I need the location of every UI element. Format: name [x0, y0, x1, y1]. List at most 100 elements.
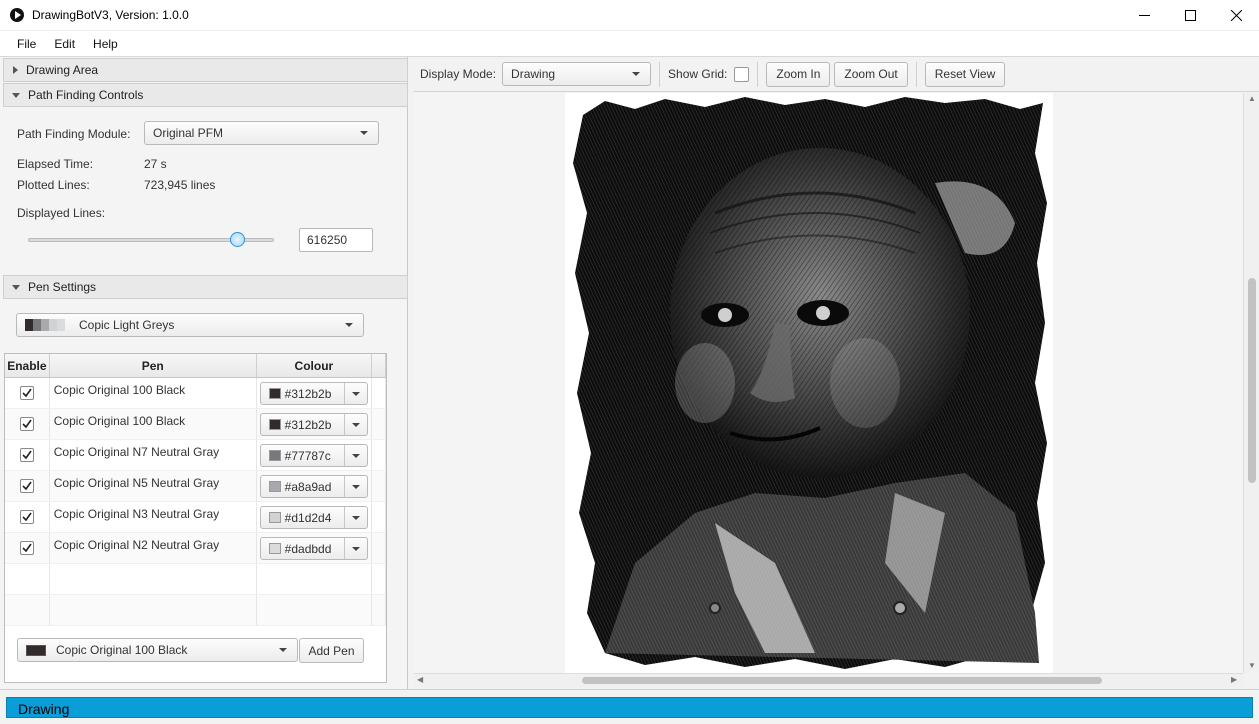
row-filler: [372, 440, 386, 470]
plotted-lines-value: 723,945 lines: [144, 178, 216, 192]
dropdown-arrow-icon: [345, 546, 367, 551]
column-colour[interactable]: Colour: [257, 354, 373, 377]
slider-thumb[interactable]: [230, 232, 246, 247]
close-icon: [1230, 10, 1242, 21]
colour-hex: #312b2b: [284, 386, 332, 401]
pen-name-cell: Copic Original N7 Neutral Gray: [50, 440, 257, 470]
row-filler: [372, 533, 386, 563]
drawing-area-header[interactable]: Drawing Area: [3, 58, 408, 82]
checkmark-icon: [22, 512, 32, 522]
path-finding-header[interactable]: Path Finding Controls: [3, 83, 408, 107]
pen-enable-checkbox[interactable]: [19, 479, 34, 493]
horizontal-scroll-thumb[interactable]: [582, 677, 1102, 684]
pen-row[interactable]: Copic Original N7 Neutral Gray #77787c: [5, 440, 386, 471]
empty-cell: [372, 564, 386, 594]
vertical-scrollbar[interactable]: ▲ ▼: [1243, 93, 1259, 673]
colour-swatch: [268, 481, 281, 492]
horizontal-scrollbar[interactable]: ◀ ▶: [414, 673, 1243, 687]
pen-row[interactable]: Copic Original 100 Black #312b2b: [5, 409, 386, 440]
scroll-right-icon[interactable]: ▶: [1231, 675, 1237, 684]
swatch: [25, 319, 33, 331]
chevron-down-icon: [12, 92, 20, 98]
displayed-lines-input[interactable]: 616250: [299, 228, 373, 252]
colour-hex: #dadbdd: [284, 541, 332, 556]
swatch: [33, 319, 41, 331]
pfm-select[interactable]: Original PFM: [144, 121, 379, 145]
pen-set-select[interactable]: Copic Light Greys: [16, 313, 364, 337]
menu-file[interactable]: File: [8, 37, 45, 51]
pen-name-cell: Copic Original N2 Neutral Gray: [50, 533, 257, 563]
reset-view-button[interactable]: Reset View: [924, 61, 1006, 87]
pen-colour-picker[interactable]: #312b2b: [259, 382, 368, 405]
vertical-scroll-thumb[interactable]: [1248, 278, 1256, 483]
colour-hex: #77787c: [284, 448, 331, 463]
progress-label: Drawing: [18, 701, 70, 717]
pen-settings-header[interactable]: Pen Settings: [3, 275, 408, 299]
checkmark-icon: [22, 543, 32, 553]
pen-name: Copic Original N2 Neutral Gray: [53, 538, 220, 552]
progress-fill: [7, 698, 1252, 717]
pen-colour-picker[interactable]: #a8a9ad: [259, 475, 368, 498]
pen-name-cell: Copic Original N3 Neutral Gray: [50, 502, 257, 532]
pen-colour-cell: #77787c: [257, 440, 373, 470]
pen-colour-picker[interactable]: #d1d2d4: [259, 506, 368, 529]
plotted-lines-label: Plotted Lines:: [17, 178, 90, 192]
pen-enable-checkbox[interactable]: [19, 510, 34, 524]
pen-row[interactable]: Copic Original N3 Neutral Gray #d1d2d4: [5, 502, 386, 533]
pen-row[interactable]: Copic Original 100 Black #312b2b: [5, 378, 386, 409]
menu-help[interactable]: Help: [84, 37, 127, 51]
colour-swatch: [268, 543, 281, 554]
drawing-area-title: Drawing Area: [26, 63, 99, 77]
menu-edit[interactable]: Edit: [45, 37, 84, 51]
dropdown-arrow-icon: [345, 484, 367, 489]
empty-cell: [50, 595, 257, 625]
add-pen-select[interactable]: Copic Original 100 Black: [17, 638, 298, 662]
drawing-canvas[interactable]: [565, 93, 1053, 673]
swatch: [57, 319, 65, 331]
pen-enable-checkbox[interactable]: [19, 448, 34, 462]
empty-cell: [50, 564, 257, 594]
zoom-in-button[interactable]: Zoom In: [766, 61, 831, 87]
empty-row: [5, 595, 386, 626]
display-mode-select[interactable]: Drawing: [502, 62, 652, 86]
pen-colour-cell: #a8a9ad: [257, 471, 373, 501]
close-button[interactable]: [1213, 0, 1259, 31]
column-pen[interactable]: Pen: [50, 354, 257, 377]
dropdown-arrow-icon: [279, 648, 287, 652]
show-grid-checkbox[interactable]: [734, 66, 750, 82]
pen-enable-checkbox[interactable]: [19, 541, 34, 555]
pen-name: Copic Original 100 Black: [53, 383, 186, 397]
row-filler: [372, 502, 386, 532]
swatch: [49, 319, 57, 331]
minimize-button[interactable]: [1121, 0, 1167, 31]
dropdown-arrow-icon: [345, 515, 367, 520]
drawing-viewport[interactable]: [414, 93, 1243, 673]
scroll-up-icon[interactable]: ▲: [1248, 94, 1256, 103]
title-bar: DrawingBotV3, Version: 1.0.0: [0, 0, 1259, 31]
zoom-out-button[interactable]: Zoom Out: [834, 61, 908, 87]
pen-enable-cell: [5, 471, 50, 501]
pen-row[interactable]: Copic Original N2 Neutral Gray #dadbdd: [5, 533, 386, 564]
pen-row[interactable]: Copic Original N5 Neutral Gray #a8a9ad: [5, 471, 386, 502]
checkmark-icon: [22, 419, 32, 429]
checkmark-icon: [22, 450, 32, 460]
pen-colour-picker[interactable]: #77787c: [259, 444, 368, 467]
add-pen-button[interactable]: Add Pen: [299, 638, 364, 663]
status-bar: Drawing: [0, 689, 1259, 724]
maximize-icon: [1184, 10, 1196, 21]
empty-cell: [257, 595, 373, 625]
column-enable[interactable]: Enable: [5, 354, 50, 377]
app-logo-icon: [10, 8, 24, 22]
pen-enable-checkbox[interactable]: [19, 386, 34, 400]
pfm-value: Original PFM: [153, 126, 224, 140]
dropdown-arrow-icon: [345, 422, 367, 427]
scroll-down-icon[interactable]: ▼: [1248, 661, 1256, 670]
maximize-button[interactable]: [1167, 0, 1213, 31]
pen-colour-picker[interactable]: #dadbdd: [259, 537, 368, 560]
scroll-left-icon[interactable]: ◀: [417, 675, 423, 684]
pen-enable-checkbox[interactable]: [19, 417, 34, 431]
colour-hex: #a8a9ad: [284, 479, 332, 494]
pen-colour-picker[interactable]: #312b2b: [259, 413, 368, 436]
row-filler: [372, 378, 386, 408]
colour-swatch: [268, 450, 281, 461]
